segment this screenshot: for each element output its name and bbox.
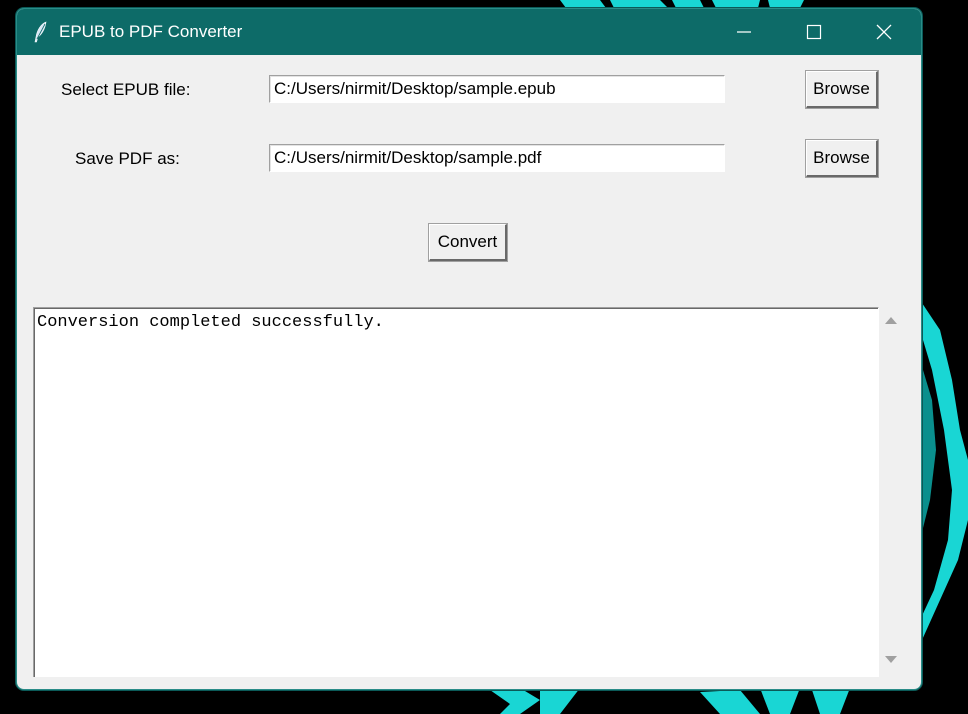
- arrow-up-icon[interactable]: [883, 313, 899, 327]
- feather-icon: [34, 21, 47, 43]
- browse-pdf-button[interactable]: Browse: [805, 139, 879, 178]
- pdf-path-input[interactable]: C:/Users/nirmit/Desktop/sample.pdf: [269, 144, 725, 172]
- close-icon: [876, 24, 892, 40]
- pdf-file-label: Save PDF as:: [75, 149, 180, 168]
- window-title: EPUB to PDF Converter: [59, 22, 243, 41]
- browse-epub-button[interactable]: Browse: [805, 70, 879, 109]
- close-button[interactable]: [849, 9, 919, 55]
- minimize-icon: [737, 31, 751, 33]
- convert-button[interactable]: Convert: [428, 223, 508, 262]
- desktop: EPUB to PDF Converter Select EPUB file: …: [0, 0, 968, 714]
- app-window: EPUB to PDF Converter Select EPUB file: …: [16, 8, 922, 690]
- epub-file-label: Select EPUB file:: [61, 80, 191, 99]
- epub-path-input[interactable]: C:/Users/nirmit/Desktop/sample.epub: [269, 75, 725, 103]
- log-scrollbar[interactable]: [879, 307, 903, 677]
- log-text-area[interactable]: Conversion completed successfully.: [33, 307, 879, 677]
- maximize-button[interactable]: [779, 9, 849, 55]
- maximize-icon: [806, 24, 822, 40]
- arrow-down-icon[interactable]: [883, 653, 899, 667]
- minimize-button[interactable]: [709, 9, 779, 55]
- title-bar[interactable]: EPUB to PDF Converter: [17, 9, 921, 55]
